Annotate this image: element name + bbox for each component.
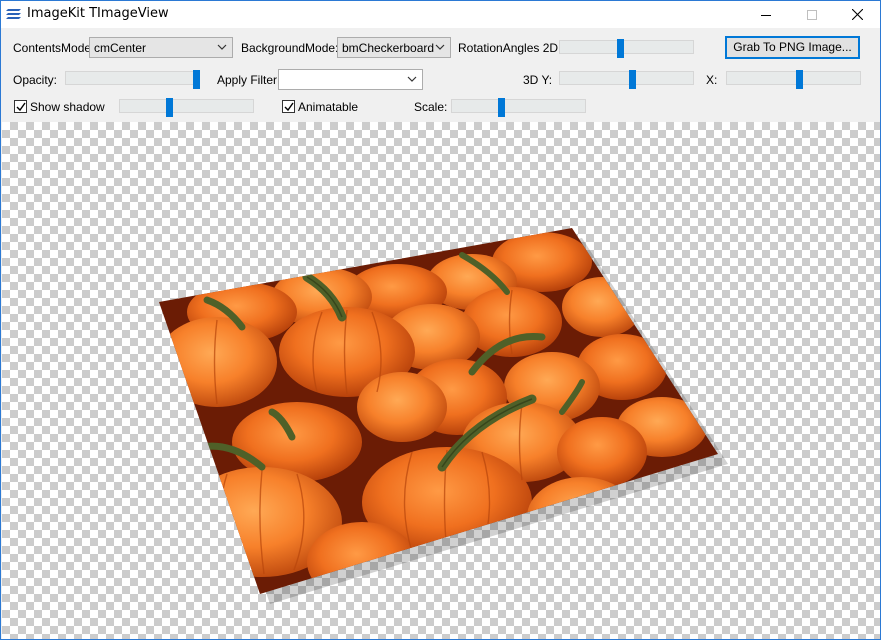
contents-mode-label: ContentsMode:	[13, 41, 95, 55]
slider-rail	[559, 71, 694, 85]
maximize-button[interactable]	[789, 1, 835, 28]
title-bar[interactable]: ImageKit TImageView	[1, 1, 880, 28]
close-button[interactable]	[834, 1, 880, 28]
chevron-down-icon	[435, 44, 445, 50]
slider-rail	[451, 99, 586, 113]
close-icon	[851, 9, 863, 20]
rotation-3d-x-label: X:	[706, 73, 718, 87]
background-mode-label: BackgroundMode:	[241, 41, 339, 55]
maximize-icon	[807, 9, 817, 20]
scale-label: Scale:	[414, 100, 448, 114]
scale-slider[interactable]	[451, 98, 586, 117]
show-shadow-checkbox[interactable]	[14, 100, 27, 113]
slider-thumb[interactable]	[629, 70, 636, 89]
rotation-3d-y-label: 3D Y:	[523, 73, 553, 87]
show-shadow-label[interactable]: Show shadow	[30, 100, 105, 114]
slider-rail	[559, 40, 694, 54]
grab-to-png-button[interactable]: Grab To PNG Image...	[725, 36, 860, 59]
chevron-down-icon	[407, 76, 417, 82]
chevron-down-icon	[217, 44, 227, 50]
animatable-label[interactable]: Animatable	[298, 100, 358, 114]
rotation-2d-slider[interactable]	[559, 39, 694, 58]
opacity-slider[interactable]	[65, 70, 200, 89]
background-mode-select[interactable]: bmCheckerboard	[337, 37, 451, 58]
apply-filter-select[interactable]	[278, 69, 423, 90]
app-window: ImageKit TImageView ContentsMode: cmCent…	[0, 0, 881, 640]
minimize-button[interactable]	[743, 1, 789, 28]
slider-rail	[726, 71, 861, 85]
options-toolbar: ContentsMode: cmCenter BackgroundMode: b…	[1, 28, 880, 122]
animatable-checkbox[interactable]	[282, 100, 295, 113]
contents-mode-select[interactable]: cmCenter	[89, 37, 233, 58]
apply-filter-label: Apply Filter:	[217, 73, 281, 87]
rotation-3d-x-slider[interactable]	[726, 70, 861, 89]
rotation-3d-y-slider[interactable]	[559, 70, 694, 89]
rotation-2d-label: RotationAngles 2D:	[458, 41, 562, 55]
slider-thumb[interactable]	[193, 70, 200, 89]
app-icon	[6, 9, 21, 19]
window-title: ImageKit TImageView	[27, 6, 169, 21]
background-mode-value: bmCheckerboard	[342, 41, 435, 55]
checkmark-icon	[284, 102, 294, 112]
checkmark-icon	[16, 102, 26, 112]
image-view-canvas[interactable]	[2, 122, 880, 639]
shadow-slider[interactable]	[119, 98, 254, 117]
contents-mode-value: cmCenter	[94, 41, 147, 55]
slider-thumb[interactable]	[166, 98, 173, 117]
slider-thumb[interactable]	[796, 70, 803, 89]
transformed-photo	[159, 228, 728, 604]
opacity-label: Opacity:	[13, 73, 58, 87]
slider-rail	[65, 71, 200, 85]
slider-thumb[interactable]	[498, 98, 505, 117]
minimize-icon	[761, 14, 771, 16]
slider-thumb[interactable]	[617, 39, 624, 58]
slider-rail	[119, 99, 254, 113]
